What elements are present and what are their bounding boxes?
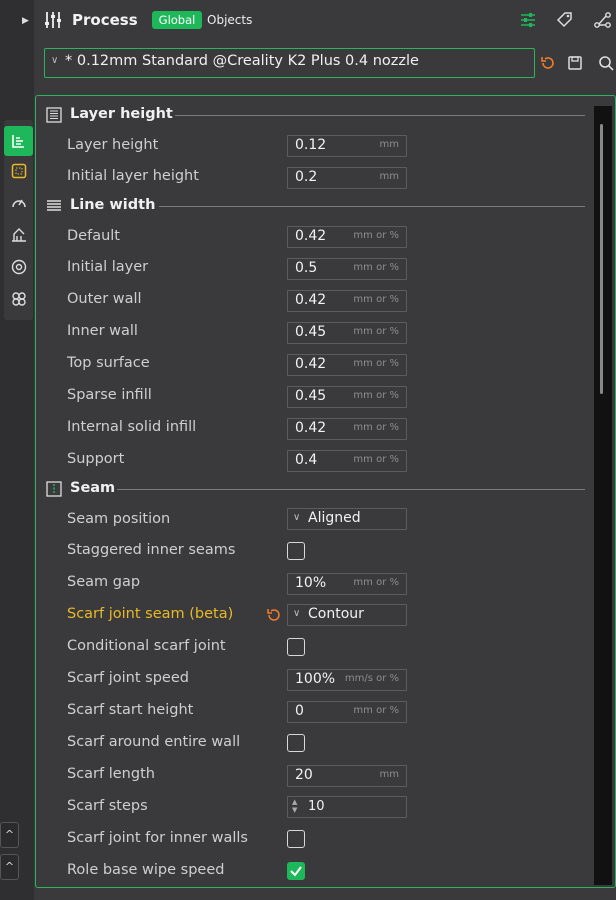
label-scarf-joint-seam: Scarf joint seam (beta)	[67, 606, 234, 622]
scarf-start-height-input[interactable]: 0 mm or %	[287, 701, 407, 723]
scroll-up-button[interactable]: ^	[0, 822, 19, 848]
label-support: Support	[67, 451, 125, 467]
process-sliders-icon	[43, 10, 63, 30]
seam-icon	[45, 480, 63, 498]
page-title: Process	[72, 11, 138, 29]
label-sparse-infill: Sparse infill	[67, 387, 152, 403]
side-tab-bar	[4, 120, 33, 320]
spinner-arrows-icon: ▲ ▼	[292, 798, 298, 814]
line-width-icon	[45, 197, 63, 215]
label-role-base-wipe-speed: Role base wipe speed	[67, 862, 225, 878]
chevron-down-icon: ∨	[293, 512, 301, 523]
conditional-scarf-joint-checkbox[interactable]	[287, 638, 305, 656]
collapse-arrow-icon[interactable]: ▶	[22, 14, 32, 28]
label-initial-layer: Initial layer	[67, 259, 149, 275]
seam-position-select[interactable]: ∨ Aligned	[287, 508, 407, 530]
scarf-length-input[interactable]: 20 mm	[287, 765, 407, 787]
section-title: Layer height	[70, 106, 173, 122]
section-title: Seam	[70, 480, 116, 496]
search-icon[interactable]	[597, 54, 615, 72]
divider	[117, 489, 585, 490]
label-seam-gap: Seam gap	[67, 574, 141, 590]
label-inner-wall: Inner wall	[67, 323, 138, 339]
initial-layer-height-input[interactable]: 0.2 mm	[287, 167, 407, 189]
label-scarf-start-height: Scarf start height	[67, 702, 194, 718]
internal-solid-infill-width-input[interactable]: 0.42 mm or %	[287, 418, 407, 440]
tag-icon[interactable]	[555, 10, 575, 30]
divider	[175, 115, 585, 116]
scrollbar[interactable]	[594, 106, 612, 885]
default-width-input[interactable]: 0.42 mm or %	[287, 226, 407, 248]
staggered-inner-seams-checkbox[interactable]	[287, 542, 305, 560]
label-scarf-length: Scarf length	[67, 766, 155, 782]
reset-icon[interactable]	[539, 54, 557, 72]
label-scarf-around-entire-wall: Scarf around entire wall	[67, 734, 241, 750]
label-initial-layer-height: Initial layer height	[67, 168, 199, 184]
section-line-width: Line width	[45, 195, 585, 219]
label-layer-height: Layer height	[67, 137, 159, 153]
chevron-down-icon: ∨	[293, 608, 301, 619]
role-base-wipe-speed-checkbox[interactable]	[287, 862, 305, 880]
label-staggered-inner-seams: Staggered inner seams	[67, 542, 236, 558]
scarf-around-entire-wall-checkbox[interactable]	[287, 734, 305, 752]
label-scarf-joint-inner-walls: Scarf joint for inner walls	[67, 830, 248, 846]
initial-layer-width-input[interactable]: 0.5 mm or %	[287, 258, 407, 280]
support-icon[interactable]	[8, 224, 30, 246]
label-outer-wall: Outer wall	[67, 291, 142, 307]
seam-gap-input[interactable]: 10% mm or %	[287, 573, 407, 595]
reset-icon[interactable]	[266, 607, 282, 623]
list-icon[interactable]	[518, 10, 538, 30]
layer-height-input[interactable]: 0.12 mm	[287, 135, 407, 157]
label-scarf-steps: Scarf steps	[67, 798, 148, 814]
chevron-down-icon: ∨	[51, 55, 59, 66]
preset-selector[interactable]: ∨ * 0.12mm Standard @Creality K2 Plus 0.…	[44, 48, 535, 78]
save-icon[interactable]	[566, 54, 584, 72]
label-default: Default	[67, 228, 120, 244]
process-header: Process Global Objects	[34, 0, 616, 42]
top-surface-width-input[interactable]: 0.42 mm or %	[287, 354, 407, 376]
scroll-thumb[interactable]	[600, 124, 603, 394]
label-top-surface: Top surface	[67, 355, 150, 371]
others-icon[interactable]	[8, 288, 30, 310]
label-internal-solid-infill: Internal solid infill	[67, 419, 197, 435]
multimaterial-icon[interactable]	[8, 256, 30, 278]
checkmark-icon	[290, 866, 302, 877]
settings-panel: Layer height Layer height 0.12 mm Initial…	[35, 95, 616, 888]
sparse-infill-width-input[interactable]: 0.45 mm or %	[287, 386, 407, 408]
scarf-joint-speed-input[interactable]: 100% mm/s or %	[287, 669, 407, 691]
label-conditional-scarf-joint: Conditional scarf joint	[67, 638, 226, 654]
label-scarf-joint-speed: Scarf joint speed	[67, 670, 189, 686]
support-width-input[interactable]: 0.4 mm or %	[287, 450, 407, 472]
quality-icon[interactable]	[4, 126, 33, 156]
section-layer-height: Layer height	[45, 104, 585, 128]
section-seam: Seam	[45, 478, 585, 502]
global-toggle[interactable]: Global	[152, 11, 202, 29]
scarf-joint-inner-walls-checkbox[interactable]	[287, 830, 305, 848]
inner-wall-width-input[interactable]: 0.45 mm or %	[287, 322, 407, 344]
preset-name: * 0.12mm Standard @Creality K2 Plus 0.4 …	[65, 53, 419, 69]
scarf-steps-spinner[interactable]: ▲ ▼ 10	[287, 796, 407, 818]
divider	[159, 206, 585, 207]
objects-toggle[interactable]: Objects	[207, 11, 252, 29]
layer-height-icon	[45, 106, 63, 124]
outer-wall-width-input[interactable]: 0.42 mm or %	[287, 290, 407, 312]
section-title: Line width	[70, 197, 156, 213]
scarf-joint-seam-select[interactable]: ∨ Contour	[287, 604, 407, 626]
connect-icon[interactable]	[593, 10, 613, 30]
scroll-up-button-2[interactable]: ^	[0, 854, 19, 880]
label-seam-position: Seam position	[67, 511, 171, 527]
strength-icon[interactable]	[8, 160, 30, 182]
speed-icon[interactable]	[8, 192, 30, 214]
